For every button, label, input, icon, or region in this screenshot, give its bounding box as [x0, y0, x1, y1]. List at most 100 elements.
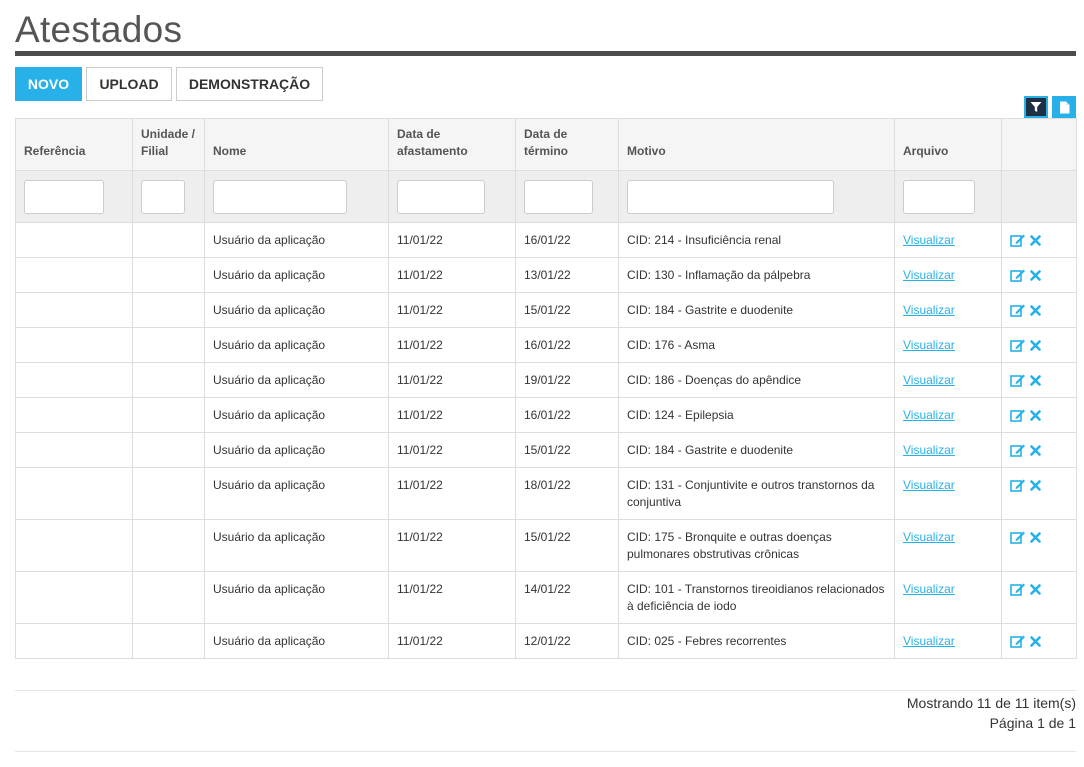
edit-icon[interactable] [1010, 582, 1026, 596]
table-row: Usuário da aplicação 11/01/22 15/01/22 CID:… [15, 519, 1077, 572]
filter-nome-input[interactable] [213, 179, 347, 214]
col-header-referencia[interactable]: Referência [15, 118, 133, 171]
title-divider [15, 51, 1076, 56]
edit-icon[interactable] [1010, 530, 1026, 544]
cell-referencia [15, 519, 133, 572]
cell-afastamento: 11/01/22 [388, 467, 516, 520]
edit-icon[interactable] [1010, 634, 1026, 648]
cell-afastamento: 11/01/22 [388, 257, 516, 293]
filter-unidade-input[interactable] [141, 179, 185, 214]
cell-actions [1001, 432, 1077, 468]
cell-unidade [132, 571, 205, 624]
edit-icon[interactable] [1010, 338, 1026, 352]
delete-icon[interactable] [1030, 583, 1041, 595]
edit-icon[interactable] [1010, 408, 1026, 422]
edit-icon[interactable] [1010, 478, 1026, 492]
edit-icon[interactable] [1010, 268, 1026, 282]
cell-afastamento: 11/01/22 [388, 362, 516, 398]
cell-nome: Usuário da aplicação [204, 571, 389, 624]
filter-arquivo-input[interactable] [903, 179, 975, 214]
cell-afastamento: 11/01/22 [388, 397, 516, 433]
cell-nome: Usuário da aplicação [204, 362, 389, 398]
cell-afastamento: 11/01/22 [388, 292, 516, 328]
table-row: Usuário da aplicação 11/01/22 16/01/22 CID:… [15, 222, 1077, 258]
cell-actions [1001, 397, 1077, 433]
view-file-link[interactable]: Visualizar [903, 233, 955, 247]
cell-termino: 19/01/22 [515, 362, 619, 398]
edit-icon[interactable] [1010, 233, 1026, 247]
document-icon[interactable] [1052, 96, 1076, 118]
view-file-link[interactable]: Visualizar [903, 408, 955, 422]
filter-row [15, 170, 1077, 223]
cell-referencia [15, 467, 133, 520]
delete-icon[interactable] [1030, 374, 1041, 386]
page-indicator: Página 1 de 1 [989, 715, 1076, 731]
view-file-link[interactable]: Visualizar [903, 634, 955, 648]
cell-arquivo: Visualizar [894, 467, 1002, 520]
cell-unidade [132, 432, 205, 468]
cell-termino: 15/01/22 [515, 432, 619, 468]
delete-icon[interactable] [1030, 635, 1041, 647]
cell-referencia [15, 257, 133, 293]
cell-nome: Usuário da aplicação [204, 327, 389, 363]
delete-icon[interactable] [1030, 531, 1041, 543]
cell-arquivo: Visualizar [894, 432, 1002, 468]
showing-count: Mostrando 11 de 11 item(s) [906, 695, 1076, 711]
filter-termino-input[interactable] [524, 179, 593, 214]
filter-empty-cell [1001, 170, 1077, 223]
cell-unidade [132, 257, 205, 293]
view-file-link[interactable]: Visualizar [903, 443, 955, 457]
cell-unidade [132, 327, 205, 363]
delete-icon[interactable] [1030, 304, 1041, 316]
delete-icon[interactable] [1030, 339, 1041, 351]
filter-motivo-input[interactable] [627, 179, 834, 214]
cell-referencia [15, 292, 133, 328]
filter-icon[interactable] [1024, 96, 1048, 118]
col-header-arquivo[interactable]: Arquivo [894, 118, 1002, 171]
demo-button[interactable]: DEMONSTRAÇÃO [176, 67, 323, 101]
view-file-link[interactable]: Visualizar [903, 478, 955, 492]
view-file-link[interactable]: Visualizar [903, 373, 955, 387]
col-header-termino[interactable]: Data de término [515, 118, 619, 171]
upload-button[interactable]: UPLOAD [86, 67, 172, 101]
col-header-nome[interactable]: Nome [204, 118, 389, 171]
cell-actions [1001, 292, 1077, 328]
filter-afastamento-input[interactable] [397, 179, 485, 214]
new-button[interactable]: NOVO [15, 67, 82, 101]
edit-icon[interactable] [1010, 443, 1026, 457]
view-file-link[interactable]: Visualizar [903, 268, 955, 282]
table-body: Usuário da aplicação 11/01/22 16/01/22 CID:… [15, 222, 1077, 659]
col-header-unidade[interactable]: Unidade / Filial [132, 118, 205, 171]
delete-icon[interactable] [1030, 409, 1041, 421]
table-tools [1024, 96, 1076, 118]
cell-motivo: CID: 131 - Conjuntivite e outros transto… [618, 467, 895, 520]
cell-afastamento: 11/01/22 [388, 623, 516, 659]
cell-motivo: CID: 130 - Inflamação da pálpebra [618, 257, 895, 293]
edit-icon[interactable] [1010, 303, 1026, 317]
delete-icon[interactable] [1030, 444, 1041, 456]
cell-afastamento: 11/01/22 [388, 432, 516, 468]
col-header-motivo[interactable]: Motivo [618, 118, 895, 171]
cell-nome: Usuário da aplicação [204, 623, 389, 659]
cell-termino: 14/01/22 [515, 571, 619, 624]
edit-icon[interactable] [1010, 373, 1026, 387]
cell-afastamento: 11/01/22 [388, 519, 516, 572]
view-file-link[interactable]: Visualizar [903, 582, 955, 596]
table-row: Usuário da aplicação 11/01/22 18/01/22 CID:… [15, 467, 1077, 520]
footer-divider-bottom [15, 751, 1076, 752]
cell-motivo: CID: 184 - Gastrite e duodenite [618, 432, 895, 468]
footer-divider [15, 690, 1076, 691]
delete-icon[interactable] [1030, 269, 1041, 281]
col-header-afastamento[interactable]: Data de afastamento [388, 118, 516, 171]
view-file-link[interactable]: Visualizar [903, 338, 955, 352]
delete-icon[interactable] [1030, 479, 1041, 491]
cell-motivo: CID: 175 - Bronquite e outras doenças pu… [618, 519, 895, 572]
delete-icon[interactable] [1030, 234, 1041, 246]
table-row: Usuário da aplicação 11/01/22 16/01/22 CID:… [15, 397, 1077, 433]
cell-actions [1001, 467, 1077, 520]
filter-referencia-input[interactable] [24, 179, 104, 214]
view-file-link[interactable]: Visualizar [903, 530, 955, 544]
header-row: Referência Unidade / Filial Nome Data de a… [15, 118, 1077, 171]
table-row: Usuário da aplicação 11/01/22 14/01/22 CID:… [15, 571, 1077, 624]
view-file-link[interactable]: Visualizar [903, 303, 955, 317]
